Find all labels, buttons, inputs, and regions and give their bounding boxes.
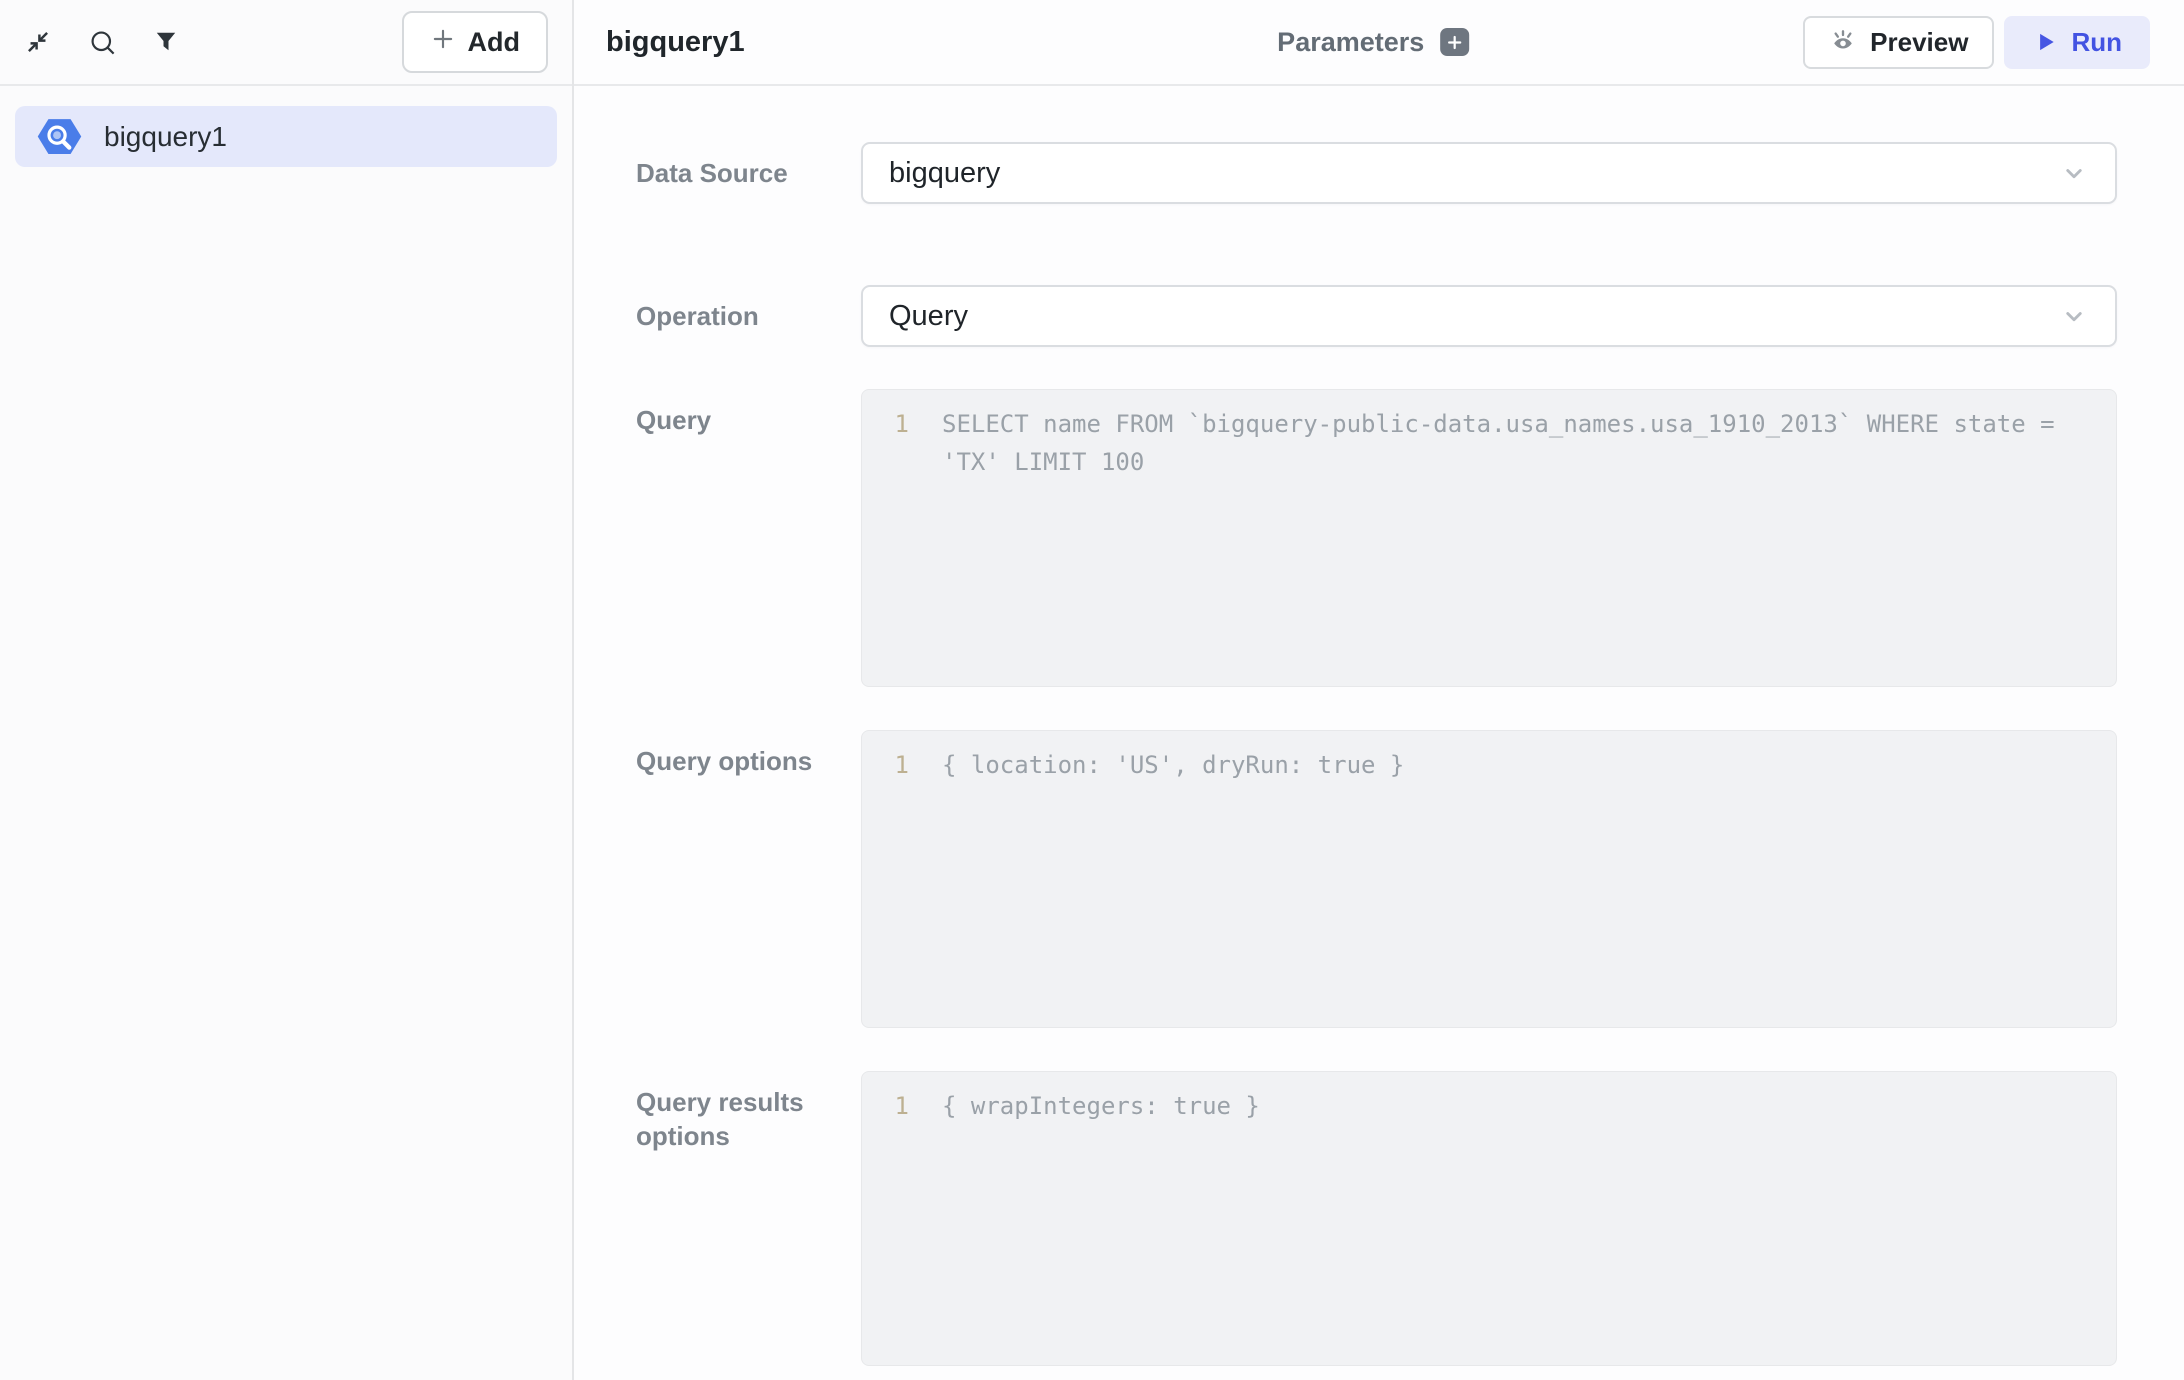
query-item-label: bigquery1 (104, 121, 227, 153)
query-results-options-placeholder: { wrapIntegers: true } (942, 1087, 2116, 1125)
data-source-row: Data Source bigquery (636, 142, 2117, 204)
data-source-select[interactable]: bigquery (861, 142, 2117, 204)
data-source-value: bigquery (889, 157, 1000, 190)
search-button[interactable] (82, 22, 122, 62)
collapse-panel-button[interactable] (18, 22, 58, 62)
eye-icon (1829, 28, 1857, 56)
chevron-down-icon (2059, 301, 2089, 331)
query-list-item-bigquery1[interactable]: bigquery1 (15, 106, 557, 167)
play-icon (2032, 29, 2058, 55)
query-options-row: Query options 1 { location: 'US', dryRun… (636, 730, 2117, 1028)
query-list-sidebar: Add bigquery1 (0, 0, 574, 1380)
plus-icon (430, 26, 456, 59)
add-button-label: Add (468, 27, 520, 58)
query-list: bigquery1 (0, 86, 572, 187)
collapse-icon (24, 28, 52, 56)
query-detail-panel: bigquery1 Parameters (574, 0, 2184, 1380)
filter-button[interactable] (146, 22, 186, 62)
plus-icon (1445, 33, 1464, 52)
data-source-label: Data Source (636, 142, 861, 204)
chevron-down-icon (2059, 158, 2089, 188)
line-number: 1 (862, 1087, 942, 1125)
query-header: bigquery1 Parameters (574, 0, 2184, 86)
preview-button[interactable]: Preview (1803, 16, 1994, 69)
query-results-options-editor[interactable]: 1 { wrapIntegers: true } (861, 1071, 2117, 1366)
query-options-editor[interactable]: 1 { location: 'US', dryRun: true } (861, 730, 2117, 1028)
query-title: bigquery1 (606, 26, 745, 59)
operation-value: Query (889, 300, 968, 333)
run-button-label: Run (2071, 27, 2122, 58)
header-actions: Preview Run (1803, 16, 2150, 69)
line-number: 1 (862, 746, 942, 784)
filter-icon (153, 29, 179, 55)
query-editor-app: Add bigquery1 bigquery1 P (0, 0, 2184, 1380)
query-options-placeholder: { location: 'US', dryRun: true } (942, 746, 2116, 784)
operation-label: Operation (636, 285, 861, 347)
query-placeholder: SELECT name FROM `bigquery-public-data.u… (942, 405, 2116, 481)
query-form: Data Source bigquery Operation (574, 86, 2184, 1366)
preview-button-label: Preview (1870, 27, 1968, 58)
parameters-group: Parameters (1277, 27, 1469, 58)
query-options-label: Query options (636, 730, 861, 1028)
sidebar-toolbar: Add (0, 0, 572, 86)
bigquery-icon (37, 114, 82, 159)
operation-select[interactable]: Query (861, 285, 2117, 347)
search-icon (88, 28, 117, 57)
query-results-options-label: Query results options (636, 1071, 861, 1366)
parameters-label: Parameters (1277, 27, 1424, 58)
add-query-button[interactable]: Add (402, 11, 548, 73)
query-label: Query (636, 389, 861, 687)
query-row: Query 1 SELECT name FROM `bigquery-publi… (636, 389, 2117, 687)
line-number: 1 (862, 405, 942, 443)
query-results-options-row: Query results options 1 { wrapIntegers: … (636, 1071, 2117, 1366)
add-parameter-button[interactable] (1440, 28, 1469, 56)
operation-row: Operation Query (636, 285, 2117, 347)
query-code-editor[interactable]: 1 SELECT name FROM `bigquery-public-data… (861, 389, 2117, 687)
run-button[interactable]: Run (2004, 16, 2150, 69)
